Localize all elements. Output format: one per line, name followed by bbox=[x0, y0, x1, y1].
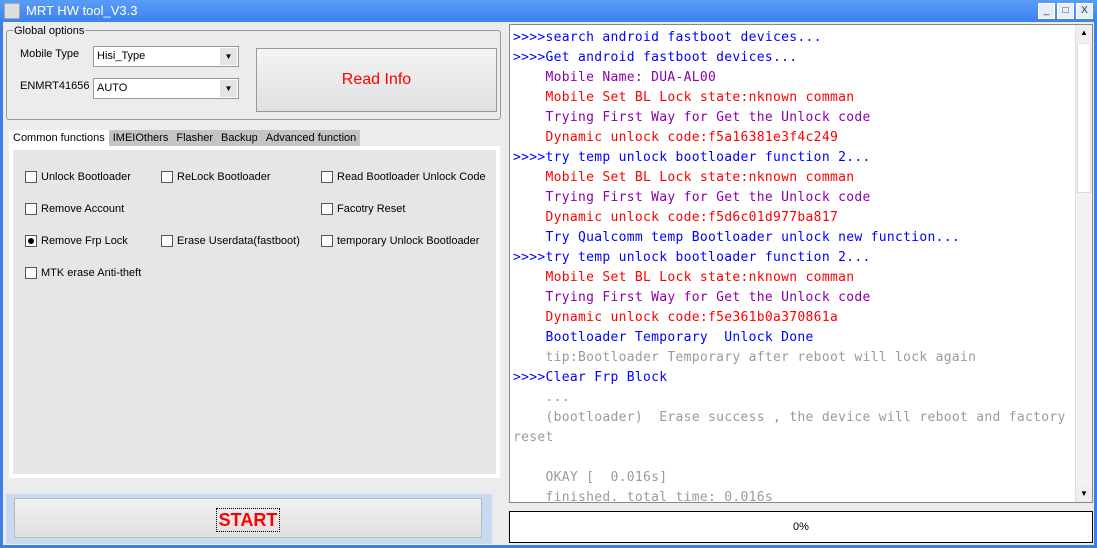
scroll-down-icon[interactable]: ▼ bbox=[1076, 486, 1092, 502]
log-line: Dynamic unlock code:f5e361b0a370861a bbox=[513, 310, 839, 325]
tab-bar: Common functions IMEIOthers Flasher Back… bbox=[9, 130, 361, 146]
window-client: Global options Mobile Type Hisi_Type ▼ EN… bbox=[3, 22, 1094, 545]
app-icon bbox=[4, 3, 20, 19]
log-line: finished. total time: 0.016s bbox=[513, 490, 774, 503]
start-label: START bbox=[215, 508, 281, 532]
tab-advanced-function[interactable]: Advanced function bbox=[262, 130, 361, 146]
global-options-group: Global options Mobile Type Hisi_Type ▼ EN… bbox=[6, 25, 501, 120]
option-label: Unlock Bootloader bbox=[41, 171, 131, 183]
tab-backup[interactable]: Backup bbox=[217, 130, 262, 146]
en-value: AUTO bbox=[97, 82, 128, 94]
tab-common-functions[interactable]: Common functions bbox=[9, 130, 109, 146]
chevron-down-icon[interactable]: ▼ bbox=[220, 48, 237, 65]
log-line: Trying First Way for Get the Unlock code bbox=[513, 290, 871, 305]
mobile-type-value: Hisi_Type bbox=[97, 50, 146, 62]
scroll-thumb[interactable] bbox=[1077, 43, 1091, 193]
log-line: Dynamic unlock code:f5d6c01d977ba817 bbox=[513, 210, 839, 225]
log-line: Bootloader Temporary Unlock Done bbox=[513, 330, 814, 345]
log-line: >>>>Clear Frp Block bbox=[513, 370, 668, 385]
radio-selected-icon[interactable] bbox=[25, 235, 37, 247]
common-functions-panel: Unlock Bootloader ReLock Bootloader Read… bbox=[9, 146, 500, 478]
log-line: >>>>try temp unlock bootloader function … bbox=[513, 250, 871, 265]
window-title: MRT HW tool_V3.3 bbox=[26, 3, 138, 18]
log-line: >>>>try temp unlock bootloader function … bbox=[513, 150, 871, 165]
log-line: (bootloader) Erase success , the device … bbox=[513, 410, 1066, 425]
log-line: OKAY [ 0.016s] bbox=[513, 470, 668, 485]
checkbox-icon[interactable] bbox=[25, 171, 37, 183]
scroll-up-icon[interactable]: ▲ bbox=[1076, 25, 1092, 41]
option-label: Erase Userdata(fastboot) bbox=[177, 235, 300, 247]
tab-imei-others[interactable]: IMEIOthers bbox=[109, 130, 173, 146]
option-label: temporary Unlock Bootloader bbox=[337, 235, 480, 247]
log-line: Trying First Way for Get the Unlock code bbox=[513, 190, 871, 205]
option-label: MTK erase Anti-theft bbox=[41, 267, 142, 279]
log-lines: >>>>search android fastboot devices... >>… bbox=[513, 28, 1073, 503]
close-button[interactable]: X bbox=[1076, 3, 1093, 19]
log-line: reset bbox=[513, 430, 554, 445]
title-bar: MRT HW tool_V3.3 _ □ X bbox=[0, 0, 1097, 22]
checkbox-icon[interactable] bbox=[321, 203, 333, 215]
log-line: Dynamic unlock code:f5a16381e3f4c249 bbox=[513, 130, 839, 145]
checkbox-icon[interactable] bbox=[321, 235, 333, 247]
log-line: tip:Bootloader Temporary after reboot wi… bbox=[513, 350, 977, 365]
log-line: Try Qualcomm temp Bootloader unlock new … bbox=[513, 230, 960, 245]
log-line: Mobile Set BL Lock state:nknown comman bbox=[513, 170, 855, 185]
group-label: Global options bbox=[13, 25, 86, 37]
log-scrollbar[interactable]: ▲ ▼ bbox=[1075, 25, 1092, 502]
en-label: ENMRT41656 bbox=[20, 80, 90, 92]
progress-label: 0% bbox=[793, 521, 809, 533]
start-area: START bbox=[6, 494, 492, 544]
start-button[interactable]: START bbox=[14, 498, 482, 538]
log-output[interactable]: >>>>search android fastboot devices... >>… bbox=[509, 24, 1093, 503]
temporary-unlock-checkbox[interactable]: temporary Unlock Bootloader bbox=[321, 235, 479, 247]
log-line: Mobile Set BL Lock state:nknown comman bbox=[513, 90, 855, 105]
read-info-button[interactable]: Read Info bbox=[256, 48, 497, 112]
remove-account-checkbox[interactable]: Remove Account bbox=[25, 203, 124, 215]
checkbox-icon[interactable] bbox=[25, 203, 37, 215]
mobile-type-select[interactable]: Hisi_Type ▼ bbox=[93, 46, 239, 67]
read-unlock-code-checkbox[interactable]: Read Bootloader Unlock Code bbox=[321, 171, 486, 183]
log-line: >>>>search android fastboot devices... bbox=[513, 30, 822, 45]
checkbox-icon[interactable] bbox=[25, 267, 37, 279]
log-line: Mobile Name: DUA-AL00 bbox=[513, 70, 717, 85]
option-label: Remove Account bbox=[41, 203, 125, 215]
option-label: Read Bootloader Unlock Code bbox=[337, 171, 486, 183]
progress-bar: 0% bbox=[509, 511, 1093, 543]
mtk-erase-checkbox[interactable]: MTK erase Anti-theft bbox=[25, 267, 141, 279]
minimize-button[interactable]: _ bbox=[1038, 3, 1055, 19]
maximize-button[interactable]: □ bbox=[1057, 3, 1074, 19]
option-label: ReLock Bootloader bbox=[177, 171, 271, 183]
tab-flasher[interactable]: Flasher bbox=[172, 130, 217, 146]
erase-userdata-checkbox[interactable]: Erase Userdata(fastboot) bbox=[161, 235, 300, 247]
mobile-type-label: Mobile Type bbox=[20, 48, 80, 60]
option-label: Remove Frp Lock bbox=[41, 235, 128, 247]
log-line: Mobile Set BL Lock state:nknown comman bbox=[513, 270, 855, 285]
chevron-down-icon[interactable]: ▼ bbox=[220, 80, 237, 97]
relock-bootloader-checkbox[interactable]: ReLock Bootloader bbox=[161, 171, 271, 183]
checkbox-icon[interactable] bbox=[321, 171, 333, 183]
option-label: Facotry Reset bbox=[337, 203, 406, 215]
factory-reset-checkbox[interactable]: Facotry Reset bbox=[321, 203, 405, 215]
checkbox-icon[interactable] bbox=[161, 235, 173, 247]
en-select[interactable]: AUTO ▼ bbox=[93, 78, 239, 99]
log-line: >>>>Get android fastboot devices... bbox=[513, 50, 798, 65]
log-line: Trying First Way for Get the Unlock code bbox=[513, 110, 871, 125]
checkbox-icon[interactable] bbox=[161, 171, 173, 183]
remove-frp-lock-radio[interactable]: Remove Frp Lock bbox=[25, 235, 128, 247]
log-line: ... bbox=[513, 390, 570, 405]
unlock-bootloader-checkbox[interactable]: Unlock Bootloader bbox=[25, 171, 131, 183]
